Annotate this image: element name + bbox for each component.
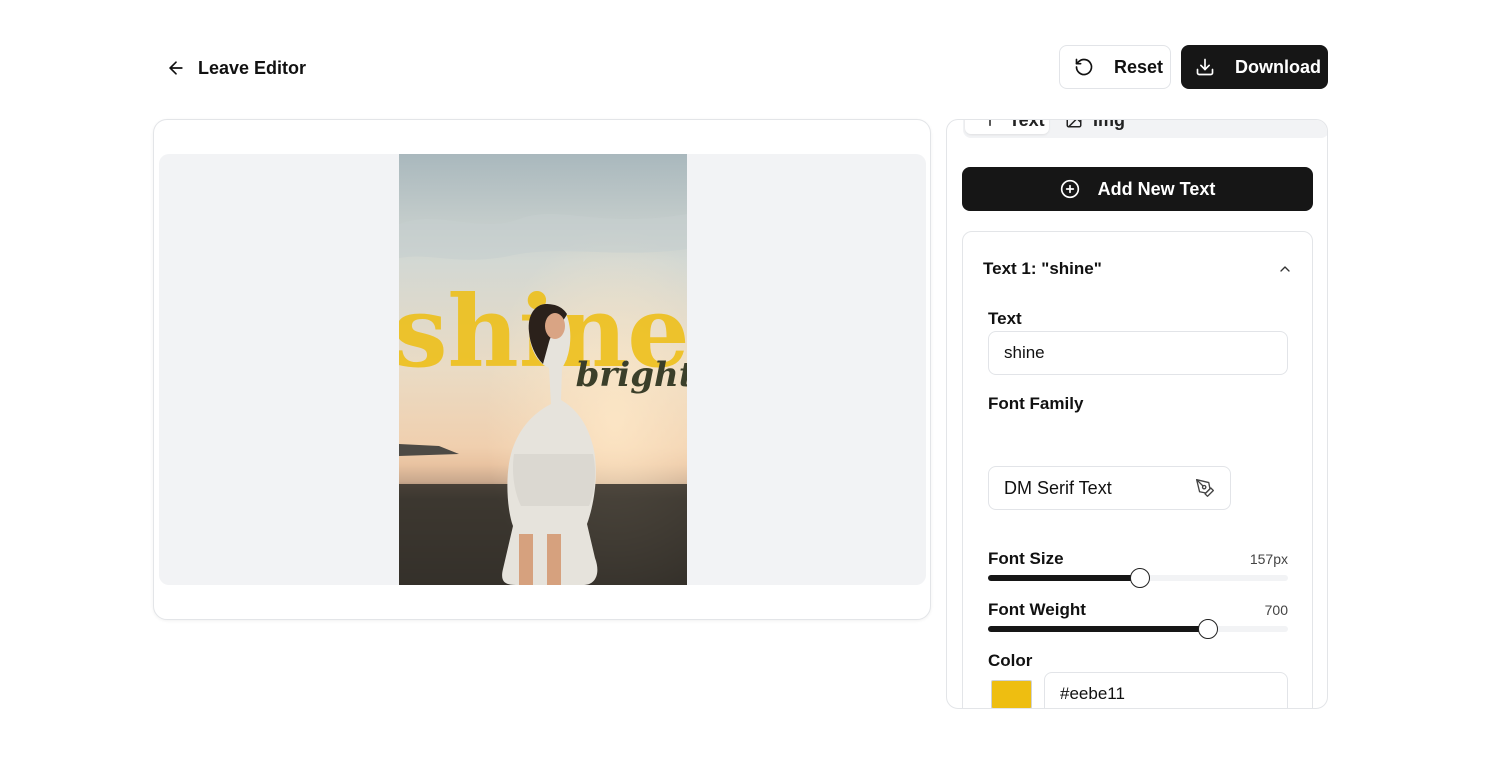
download-icon: [1196, 58, 1214, 76]
tab-text-label: Text: [1009, 119, 1045, 130]
download-label: Download: [1235, 56, 1321, 77]
font-weight-fill: [988, 626, 1208, 632]
font-weight-label: Font Weight: [988, 600, 1086, 619]
arrow-left-icon: [169, 61, 183, 75]
overlay-subtitle-text: bright: [576, 355, 687, 395]
add-new-text-label: Add New Text: [1097, 178, 1216, 199]
add-new-text-button[interactable]: Add New Text: [962, 167, 1313, 211]
text-layer-title: Text 1: "shine": [983, 259, 1102, 278]
font-weight-thumb[interactable]: [1197, 619, 1218, 639]
font-size-value: 157px: [1249, 551, 1288, 567]
leave-editor-button[interactable]: Leave Editor: [166, 55, 306, 81]
image-icon: [1066, 120, 1082, 128]
font-family-value: DM Serif Text: [1004, 477, 1112, 498]
font-family-label: Font Family: [988, 394, 1084, 413]
text-input[interactable]: [988, 331, 1288, 375]
image-preview[interactable]: shine bright: [399, 154, 687, 585]
text-field-label: Text: [988, 309, 1022, 328]
tab-bar: Text Img: [963, 119, 1327, 138]
color-label: Color: [988, 651, 1033, 670]
color-swatch[interactable]: [991, 680, 1032, 708]
rotate-ccw-icon: [1075, 58, 1093, 76]
reset-button[interactable]: Reset: [1059, 45, 1171, 89]
editor-panel: Text Img Add New Text Text 1: "shine" Te…: [946, 119, 1328, 709]
font-size-label: Font Size: [988, 549, 1064, 568]
plus-circle-icon: [1060, 179, 1079, 199]
font-size-track[interactable]: [988, 568, 1288, 588]
font-weight-value: 700: [1264, 602, 1288, 618]
text-icon: [989, 120, 991, 126]
tab-text[interactable]: Text: [965, 119, 1049, 134]
tab-image[interactable]: Img: [1065, 119, 1126, 134]
font-size-fill: [988, 575, 1141, 581]
reset-label: Reset: [1114, 56, 1164, 77]
font-size-thumb[interactable]: [1130, 568, 1151, 588]
font-weight-track[interactable]: [988, 619, 1288, 639]
color-hex-input[interactable]: [1044, 672, 1288, 708]
leave-editor-label: Leave Editor: [198, 57, 307, 78]
tab-image-label: Img: [1093, 119, 1126, 130]
pen-tool-icon: [1196, 479, 1214, 497]
download-button[interactable]: Download: [1181, 45, 1328, 89]
chevron-up-icon: [1280, 266, 1290, 272]
text-layer-header[interactable]: Text 1: "shine": [983, 259, 1293, 279]
text-layer-card: Text 1: "shine" Text Font Family DM Seri…: [962, 231, 1313, 708]
font-family-select[interactable]: DM Serif Text: [988, 466, 1231, 510]
